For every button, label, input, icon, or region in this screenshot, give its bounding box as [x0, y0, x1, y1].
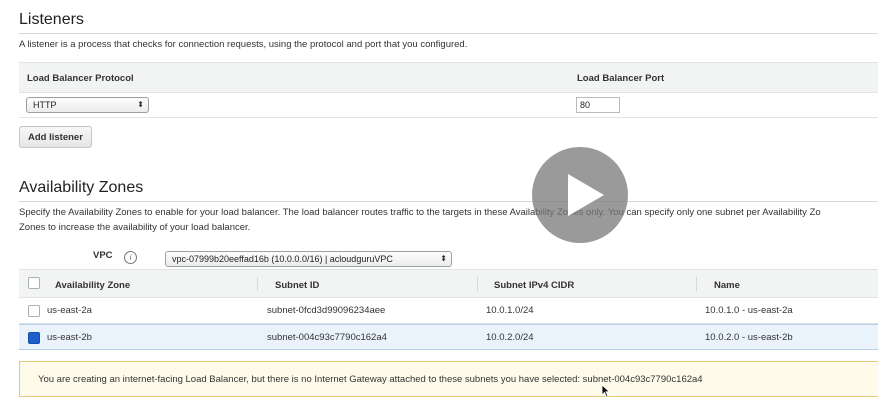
- column-header-cidr: Subnet IPv4 CIDR: [494, 280, 575, 291]
- listeners-title: Listeners: [19, 11, 84, 28]
- table-row[interactable]: us-east-2a subnet-0fcd3d99096234aee 10.0…: [19, 298, 878, 324]
- az-description-line2: Zones to increase the availability of yo…: [19, 222, 251, 233]
- info-icon[interactable]: i: [124, 251, 137, 264]
- port-input[interactable]: 80: [576, 97, 620, 113]
- listeners-description: A listener is a process that checks for …: [19, 39, 468, 50]
- column-header-name: Name: [714, 280, 740, 291]
- protocol-select[interactable]: HTTP ⬍: [26, 97, 149, 113]
- zone-cell: us-east-2a: [47, 305, 92, 316]
- subnet-cell: subnet-004c93c7790c162a4: [267, 332, 387, 343]
- select-all-checkbox[interactable]: [28, 277, 40, 289]
- zone-cell: us-east-2b: [47, 332, 92, 343]
- column-header-subnet: Subnet ID: [275, 280, 320, 291]
- warning-banner: You are creating an internet-facing Load…: [19, 361, 878, 397]
- play-icon: [568, 174, 604, 216]
- column-separator: [477, 277, 478, 291]
- column-header-protocol: Load Balancer Protocol: [27, 73, 134, 84]
- vpc-select[interactable]: vpc-07999b20eeffad16b (10.0.0.0/16) | ac…: [165, 251, 452, 267]
- listeners-table-header: Load Balancer Protocol Load Balancer Por…: [19, 62, 878, 93]
- az-table-header: Availability Zone Subnet ID Subnet IPv4 …: [19, 269, 878, 298]
- protocol-select-value: HTTP: [33, 100, 57, 110]
- column-header-zone: Availability Zone: [55, 280, 131, 291]
- mouse-cursor-icon: [601, 384, 611, 398]
- column-separator: [696, 277, 697, 291]
- row-checkbox[interactable]: [28, 305, 40, 317]
- add-listener-button[interactable]: Add listener: [19, 126, 92, 148]
- cidr-cell: 10.0.2.0/24: [486, 332, 534, 343]
- name-cell: 10.0.1.0 - us-east-2a: [705, 305, 793, 316]
- column-header-port: Load Balancer Port: [577, 73, 665, 84]
- name-cell: 10.0.2.0 - us-east-2b: [705, 332, 793, 343]
- subnet-cell: subnet-0fcd3d99096234aee: [267, 305, 386, 316]
- divider: [19, 33, 878, 34]
- divider: [19, 201, 878, 202]
- row-checkbox[interactable]: [28, 332, 40, 344]
- vpc-select-value: vpc-07999b20eeffad16b (10.0.0.0/16) | ac…: [172, 254, 393, 264]
- play-button[interactable]: [532, 147, 628, 243]
- availability-zones-title: Availability Zones: [19, 179, 144, 196]
- column-separator: [257, 277, 258, 291]
- table-row[interactable]: us-east-2b subnet-004c93c7790c162a4 10.0…: [19, 324, 878, 350]
- vpc-label: VPC: [93, 250, 113, 261]
- cidr-cell: 10.0.1.0/24: [486, 305, 534, 316]
- listener-row: HTTP ⬍ 80: [19, 93, 878, 118]
- select-arrows-icon: ⬍: [137, 100, 144, 109]
- az-description-line1: Specify the Availability Zones to enable…: [19, 207, 821, 218]
- select-arrows-icon: ⬍: [440, 254, 447, 263]
